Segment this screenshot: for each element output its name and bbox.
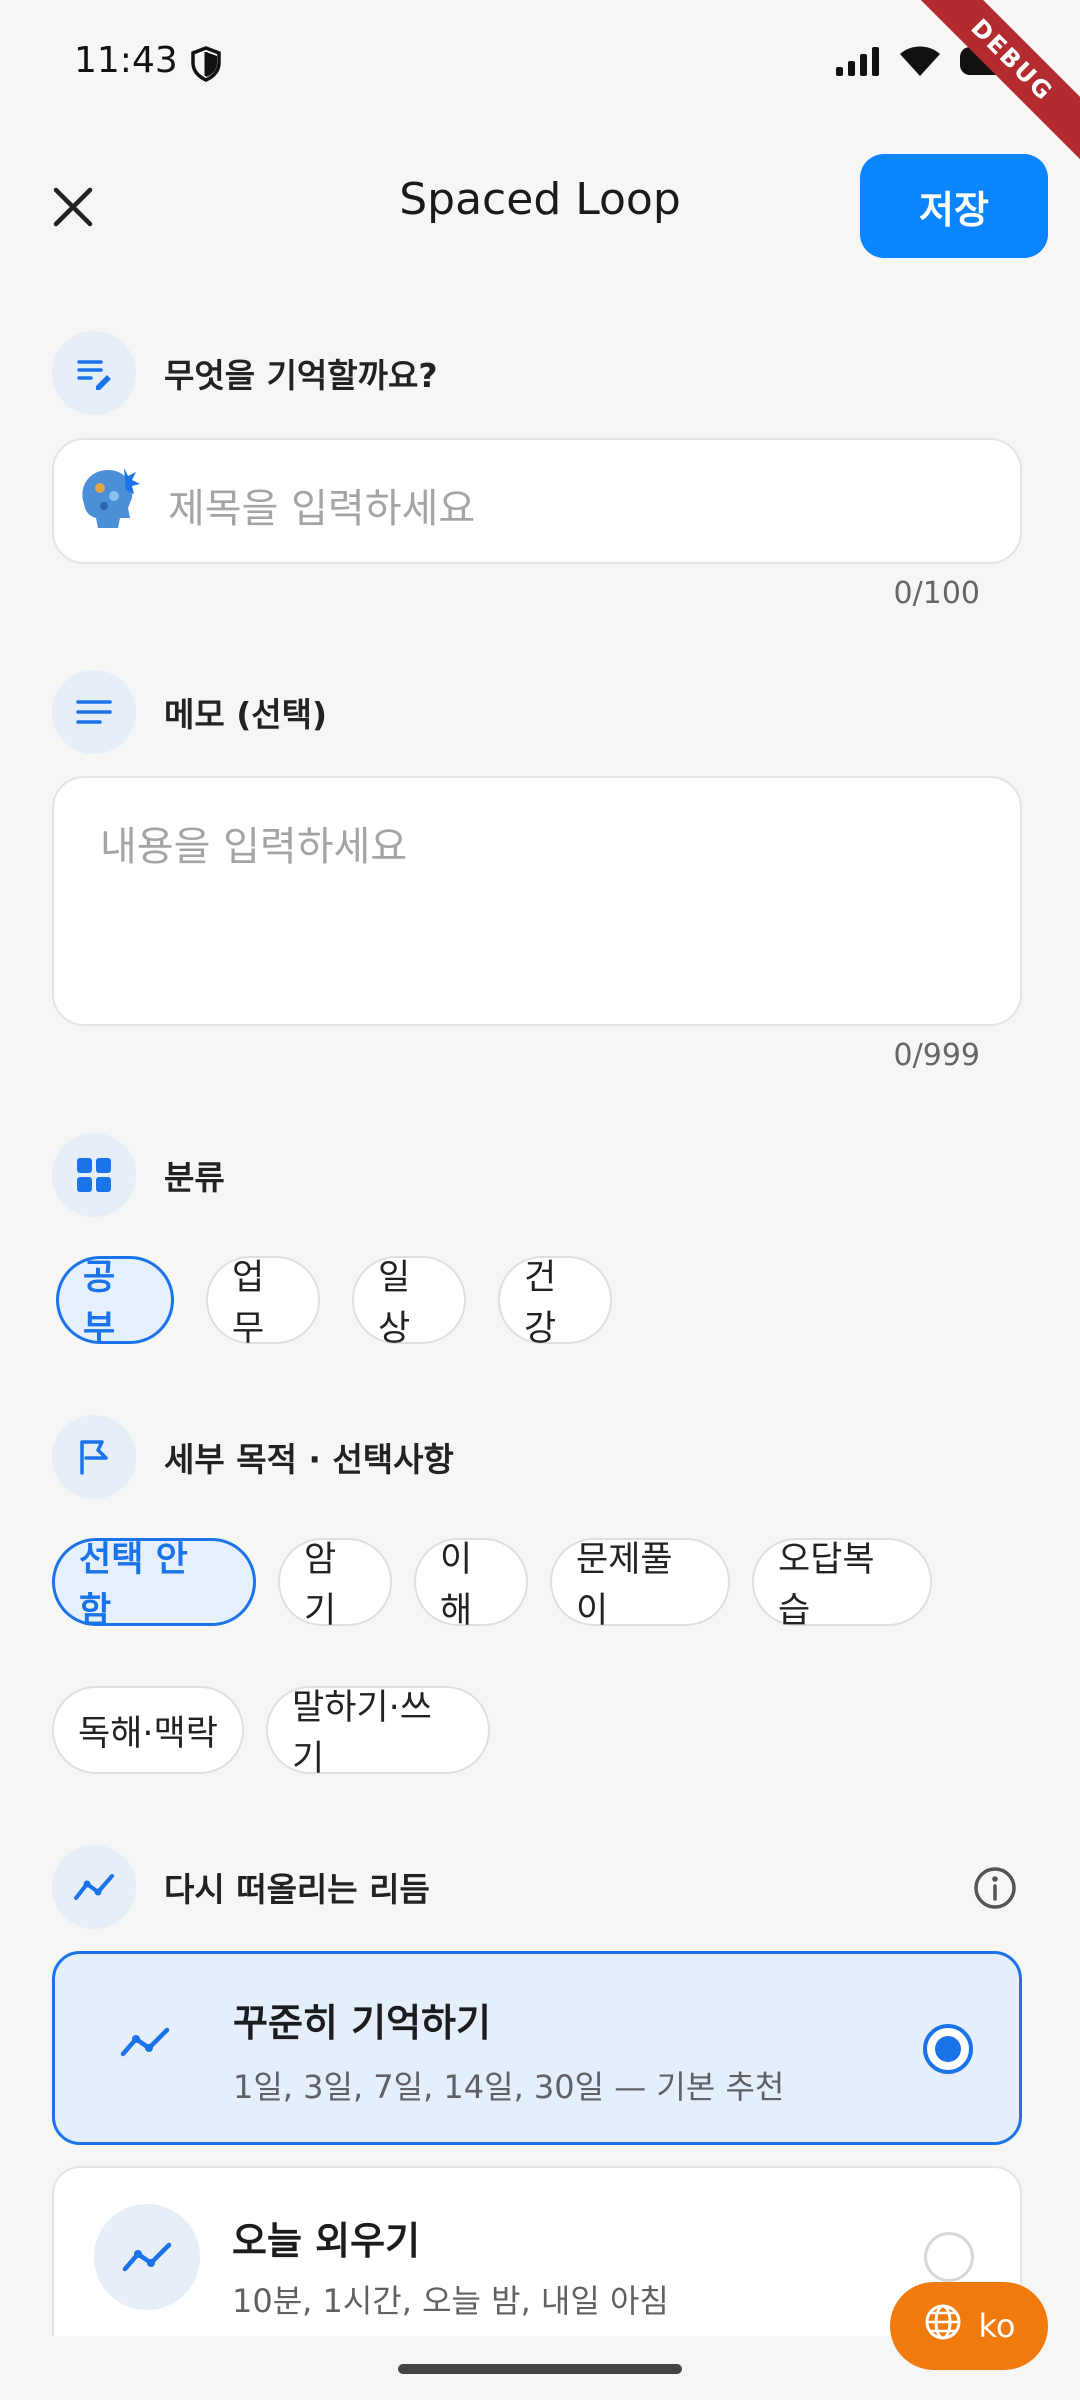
purpose-chip-memorize[interactable]: 암기 [278,1538,392,1631]
radio-selected-icon[interactable] [923,2024,973,2074]
category-chips: 공부 업무 일상 건강 [56,1256,612,1349]
brain-puzzle-icon [76,464,142,538]
flag-icon [52,1415,136,1499]
category-chip-daily[interactable]: 일상 [352,1256,466,1349]
purpose-chip-speaking-writing[interactable]: 말하기·쓰기 [266,1686,490,1779]
rhythm-option-title: 꾸준히 기억하기 [233,2001,491,2045]
app-bar: Spaced Loop 저장 [0,150,1080,260]
status-bar: 11:43 DEBUG [0,0,1080,168]
signal-icon [834,45,882,81]
purpose-chips-row-1: 선택 안 함 암기 이해 문제풀이 오답복습 [52,1538,932,1631]
info-icon[interactable] [972,1865,1018,1915]
memo-section-label: 메모 (선택) [164,695,328,734]
category-section-header: 분류 [52,1133,225,1217]
category-chip-study[interactable]: 공부 [56,1256,174,1349]
category-chip-work[interactable]: 업무 [206,1256,320,1349]
trend-icon-badge [94,2204,200,2310]
radio-unselected-icon[interactable] [924,2232,974,2282]
title-section-header: 무엇을 기억할까요? [52,331,438,415]
title-section-label: 무엇을 기억할까요? [164,356,438,395]
memo-textarea[interactable]: 내용을 입력하세요 [52,776,1022,1026]
purpose-chip-error-review[interactable]: 오답복습 [752,1538,932,1631]
purpose-chip-none[interactable]: 선택 안 함 [52,1538,256,1631]
trend-icon [119,2024,171,2064]
purpose-section-header: 세부 목적 · 선택사항 [52,1415,454,1499]
rhythm-option-subtitle: 1일, 3일, 7일, 14일, 30일 — 기본 추천 [233,2068,785,2106]
category-section-label: 분류 [164,1158,225,1197]
debug-banner: DEBUG [904,0,1080,168]
purpose-chips-row-2: 독해·맥락 말하기·쓰기 [52,1686,490,1779]
language-label: ko [978,2307,1016,2345]
rhythm-section-header: 다시 떠올리는 리듬 [52,1845,430,1929]
shield-icon [190,46,222,86]
rhythm-option-steady[interactable]: 꾸준히 기억하기 1일, 3일, 7일, 14일, 30일 — 기본 추천 [52,1951,1022,2145]
wifi-icon [898,44,942,82]
rhythm-option-subtitle: 10분, 1시간, 오늘 밤, 내일 아침 [232,2282,669,2320]
memo-section-header: 메모 (선택) [52,670,327,754]
globe-icon [923,2302,963,2350]
memo-char-counter: 0/999 [893,1038,980,1073]
purpose-chip-reading-context[interactable]: 독해·맥락 [52,1686,244,1774]
purpose-chip-understand[interactable]: 이해 [414,1538,528,1631]
rhythm-section-label: 다시 떠올리는 리듬 [164,1870,430,1909]
save-button[interactable]: 저장 [860,154,1048,258]
home-indicator[interactable] [398,2364,682,2374]
grid-icon [52,1133,136,1217]
title-input[interactable]: 제목을 입력하세요 [52,438,1022,564]
title-placeholder: 제목을 입력하세요 [168,486,476,532]
notes-icon [52,670,136,754]
category-chip-health[interactable]: 건강 [498,1256,612,1349]
memo-placeholder: 내용을 입력하세요 [100,824,408,870]
title-char-counter: 0/100 [893,576,980,611]
rhythm-option-title: 오늘 외우기 [232,2219,421,2263]
purpose-chip-problem-solving[interactable]: 문제풀이 [550,1538,730,1631]
purpose-section-label: 세부 목적 · 선택사항 [164,1440,454,1479]
status-time: 11:43 [74,40,178,81]
trend-icon [52,1845,136,1929]
language-button[interactable]: ko [890,2282,1048,2370]
edit-note-icon [52,331,136,415]
